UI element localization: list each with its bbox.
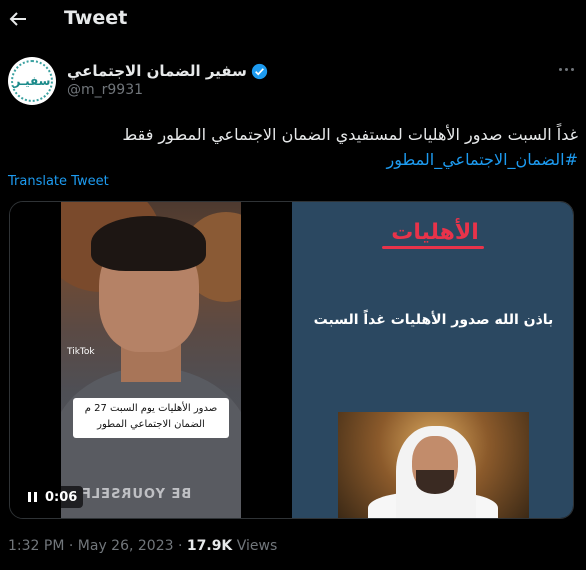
hashtag-link[interactable]: #الضمان_الاجتماعي_المطور bbox=[18, 147, 578, 172]
video-divider bbox=[241, 202, 292, 518]
meta-separator: · bbox=[64, 538, 78, 554]
slide-title: الأهليات bbox=[391, 220, 479, 245]
views-label: Views bbox=[232, 538, 278, 554]
tweet-meta: 1:32 PM · May 26, 2023 · 17.9K Views bbox=[8, 538, 277, 554]
back-arrow-icon[interactable] bbox=[6, 6, 30, 32]
video-caption: صدور الأهليات يوم السبت 27 م الضمان الاج… bbox=[73, 398, 229, 438]
views-count: 17.9K bbox=[186, 538, 233, 554]
video-timer: 0:06 bbox=[45, 489, 78, 505]
avatar-logo-text: سفيـر bbox=[13, 74, 51, 88]
header: Tweet bbox=[0, 0, 586, 40]
tweet-time[interactable]: 1:32 PM bbox=[8, 538, 64, 554]
presenter-beard bbox=[416, 470, 454, 494]
tweet-text: غداً السبت صدور الأهليات لمستفيدي الضمان… bbox=[18, 122, 578, 172]
page-title: Tweet bbox=[64, 7, 128, 29]
avatar[interactable]: سفيـر bbox=[8, 57, 56, 105]
verified-badge-icon bbox=[251, 63, 268, 79]
author-handle[interactable]: @m_r9931 bbox=[67, 82, 143, 98]
author-name[interactable]: سفير الضمان الاجتماعي bbox=[67, 62, 247, 80]
meta-separator: · bbox=[173, 538, 187, 554]
video-controls: 0:06 bbox=[22, 486, 84, 508]
tiktok-watermark: TikTok bbox=[67, 347, 95, 357]
person-hair bbox=[91, 216, 206, 271]
tweet-date[interactable]: May 26, 2023 bbox=[78, 538, 174, 554]
translate-tweet-link[interactable]: Translate Tweet bbox=[8, 174, 109, 189]
slide-body: باذن الله صدور الأهليات غداً السبت bbox=[313, 312, 554, 328]
slide-title-underline bbox=[382, 246, 484, 249]
caption-line: الضمان الاجتماعي المطور bbox=[97, 419, 205, 430]
presenter-photo bbox=[338, 412, 529, 518]
caption-line: صدور الأهليات يوم السبت 27 م bbox=[84, 403, 218, 414]
author-name-row[interactable]: سفير الضمان الاجتماعي bbox=[67, 62, 268, 80]
more-options-icon[interactable] bbox=[555, 62, 577, 76]
tweet-text-line: غداً السبت صدور الأهليات لمستفيدي الضمان… bbox=[122, 125, 578, 144]
video-letterbox-left bbox=[10, 202, 61, 518]
media-video[interactable]: TikTok صدور الأهليات يوم السبت 27 م الضم… bbox=[9, 201, 574, 519]
shirt-print-text: BE YOURSELF bbox=[81, 487, 192, 502]
pause-icon[interactable] bbox=[28, 492, 37, 502]
video-person-frame: TikTok صدور الأهليات يوم السبت 27 م الضم… bbox=[61, 202, 241, 518]
announcement-slide: الأهليات باذن الله صدور الأهليات غداً ال… bbox=[292, 202, 573, 518]
